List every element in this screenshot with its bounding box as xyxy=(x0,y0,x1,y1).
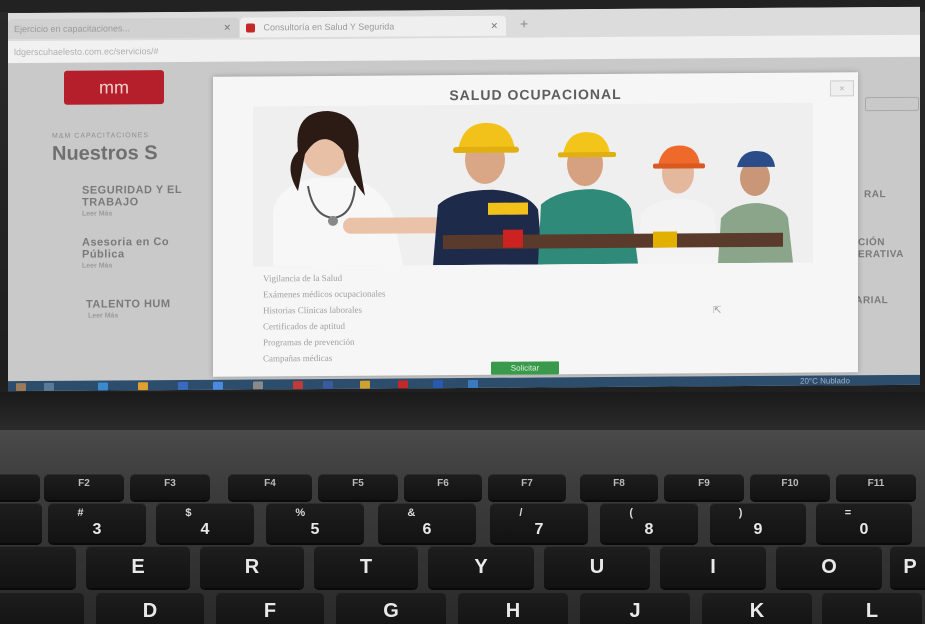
key-p[interactable]: P xyxy=(890,546,925,588)
folder-icon[interactable] xyxy=(138,382,148,391)
search-icon[interactable] xyxy=(44,382,54,391)
list-item: Certificados de aptitud xyxy=(263,320,345,332)
background-page: mm M&M CAPACITACIONES Nuestros S SEGURID… xyxy=(8,56,920,382)
laptop-hinge xyxy=(0,392,925,432)
key-o[interactable]: O xyxy=(776,546,882,588)
key-2[interactable] xyxy=(0,503,42,543)
close-icon[interactable]: ✕ xyxy=(223,18,231,38)
new-tab-icon[interactable]: + xyxy=(520,16,528,32)
taskbar-app-icon[interactable] xyxy=(468,379,478,388)
tab-label: Consultoría en Salud Y Segurida xyxy=(263,21,395,33)
key-9[interactable]: ) 9 xyxy=(710,503,806,543)
hero-image xyxy=(253,102,813,267)
read-more-link[interactable]: Leer Más xyxy=(88,312,118,319)
list-item: Campañas médicas xyxy=(263,352,333,364)
key-f7[interactable]: F7 xyxy=(488,474,566,500)
key-w[interactable] xyxy=(0,546,76,588)
taskbar-app-icon[interactable] xyxy=(178,381,188,390)
list-item: Historias Clínicas laborales xyxy=(263,304,362,316)
key-5[interactable]: % 5 xyxy=(266,503,364,543)
chrome-icon[interactable] xyxy=(360,380,370,389)
key-h[interactable]: H xyxy=(458,592,568,624)
service-title: SEGURIDAD Y EL TRABAJO xyxy=(82,183,182,209)
service-title: TALENTO HUM xyxy=(86,298,171,311)
list-item: Vigilancia de la Salud xyxy=(263,272,343,284)
key-f11[interactable]: F11 xyxy=(836,474,916,500)
key-f8[interactable]: F8 xyxy=(580,474,658,500)
key-f5[interactable]: F5 xyxy=(318,474,398,500)
monitor-screen: Ejercicio en capacitaciones... ✕ Consult… xyxy=(8,6,920,392)
weather-status[interactable]: 20°C Nublado xyxy=(800,375,850,387)
key-g[interactable]: G xyxy=(336,592,446,624)
service-modal: SALUD OCUPACIONAL × Vigilancia de la Sal… xyxy=(213,72,858,377)
key-t[interactable]: T xyxy=(314,546,418,588)
taskbar-app-icon[interactable] xyxy=(213,381,223,390)
list-item: Programas de prevención xyxy=(263,336,355,348)
key-0[interactable]: = 0 xyxy=(816,503,912,543)
workers-photo-illustration xyxy=(253,102,813,267)
taskbar-app-icon[interactable] xyxy=(323,380,333,389)
photo-frame: Ejercicio en capacitaciones... ✕ Consult… xyxy=(0,0,925,624)
section-eyebrow: M&M CAPACITACIONES xyxy=(52,132,150,140)
start-icon[interactable] xyxy=(16,383,26,392)
tab-label: Ejercicio en capacitaciones... xyxy=(14,23,131,35)
read-more-link[interactable]: Leer Más xyxy=(82,262,112,269)
service-title-right: CIÓN ERATIVA xyxy=(858,237,904,261)
key-r[interactable]: R xyxy=(200,546,304,588)
key-3[interactable]: #3 xyxy=(48,503,146,543)
key-j[interactable]: J xyxy=(580,592,690,624)
site-logo[interactable]: mm xyxy=(64,70,164,105)
key-e[interactable]: E xyxy=(86,546,190,588)
key-f9[interactable]: F9 xyxy=(664,474,744,500)
key-y[interactable]: Y xyxy=(428,546,534,588)
key-f1[interactable] xyxy=(0,474,40,500)
key-6[interactable]: & 6 xyxy=(378,503,476,543)
key-8[interactable]: (8 xyxy=(600,503,698,543)
word-icon[interactable] xyxy=(433,380,443,389)
list-item: Exámenes médicos ocupacionales xyxy=(263,288,386,300)
browser-tab[interactable]: Ejercicio en capacitaciones... ✕ xyxy=(8,17,239,40)
key-f6[interactable]: F6 xyxy=(404,474,482,500)
services-list: Vigilancia de la Salud Exámenes médicos … xyxy=(263,270,385,367)
key-s[interactable] xyxy=(0,592,84,624)
key-f4[interactable]: F4 xyxy=(228,474,312,500)
read-more-link[interactable]: Leer Más xyxy=(82,210,112,217)
header-button[interactable] xyxy=(865,96,919,112)
key-l[interactable]: L xyxy=(822,592,922,624)
close-icon[interactable]: × xyxy=(830,80,854,97)
modal-title: SALUD OCUPACIONAL xyxy=(449,85,622,104)
key-k[interactable]: K xyxy=(702,592,812,624)
taskbar-app-icon[interactable] xyxy=(253,381,263,390)
key-f2[interactable]: F2 xyxy=(44,474,124,500)
service-title-right: RAL xyxy=(864,189,887,201)
key-7[interactable]: /7 xyxy=(490,503,588,543)
key-4[interactable]: $4 xyxy=(156,503,254,543)
mouse-cursor-icon: ⇱ xyxy=(713,305,722,317)
key-f[interactable]: F xyxy=(216,592,324,624)
key-d[interactable]: D xyxy=(96,592,204,624)
close-icon[interactable]: ✕ xyxy=(490,16,498,36)
key-f10[interactable]: F10 xyxy=(750,474,830,500)
key-f3[interactable]: F3 xyxy=(130,474,210,500)
service-title: Asesoria en Co Pública xyxy=(82,236,170,261)
key-i[interactable]: I xyxy=(660,546,766,588)
taskbar-app-icon[interactable] xyxy=(293,381,303,390)
taskbar-app-icon[interactable] xyxy=(98,382,108,391)
key-u[interactable]: U xyxy=(544,546,650,588)
favicon-icon xyxy=(246,23,255,33)
solicitar-button[interactable]: Solicitar xyxy=(491,361,559,375)
section-title: Nuestros S xyxy=(52,142,158,165)
browser-tab-active[interactable]: Consultoría en Salud Y Segurida ✕ xyxy=(240,15,506,38)
taskbar-app-icon[interactable] xyxy=(398,380,408,389)
